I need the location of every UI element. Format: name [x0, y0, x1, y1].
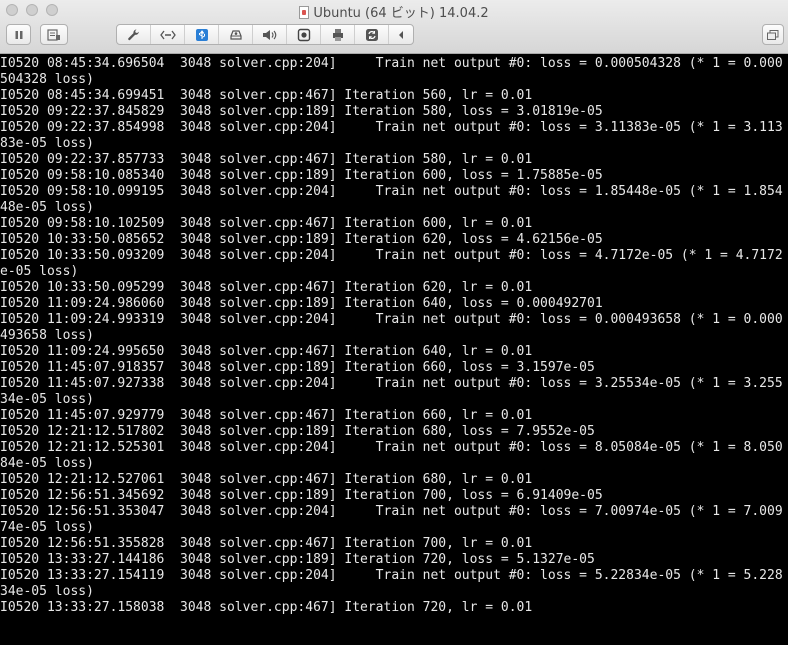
- printer-button[interactable]: [321, 25, 355, 44]
- sync-button[interactable]: [355, 25, 389, 44]
- network-icon: [159, 29, 176, 41]
- pause-icon: [14, 30, 24, 40]
- terminal-line: I0520 11:09:24.986060 3048 solver.cpp:18…: [0, 296, 603, 311]
- terminal-line: I0520 12:56:51.345692 3048 solver.cpp:18…: [0, 488, 603, 503]
- wrench-icon: [127, 28, 141, 42]
- chevron-left-icon: [397, 30, 405, 40]
- terminal-line: 84e-05 loss): [0, 456, 94, 471]
- terminal-line: I0520 13:33:27.154119 3048 solver.cpp:20…: [0, 568, 783, 583]
- vm-window: Ubuntu (64 ビット) 14.04.2 I0520 08:45:34.6…: [0, 0, 788, 645]
- speaker-icon: [262, 29, 278, 41]
- camera-button[interactable]: [287, 25, 321, 44]
- sound-button[interactable]: [253, 25, 287, 44]
- terminal-line: 48e-05 loss): [0, 200, 94, 215]
- document-icon: [299, 6, 310, 19]
- terminal-line: I0520 13:33:27.144186 3048 solver.cpp:18…: [0, 552, 595, 567]
- terminal-line: I0520 10:33:50.095299 3048 solver.cpp:46…: [0, 280, 533, 295]
- terminal-line: 74e-05 loss): [0, 520, 94, 535]
- terminal-line: I0520 12:21:12.527061 3048 solver.cpp:46…: [0, 472, 533, 487]
- terminal-line: 83e-05 loss): [0, 136, 94, 151]
- sync-icon: [365, 28, 379, 42]
- disk-button[interactable]: [219, 25, 253, 44]
- terminal-line: I0520 10:33:50.085652 3048 solver.cpp:18…: [0, 232, 603, 247]
- camera-icon: [297, 28, 311, 42]
- printer-icon: [331, 28, 345, 42]
- device-toolbar: [116, 24, 414, 45]
- terminal-line: 34e-05 loss): [0, 392, 94, 407]
- terminal-line: I0520 08:45:34.696504 3048 solver.cpp:20…: [0, 56, 783, 71]
- terminal-line: 34e-05 loss): [0, 584, 94, 599]
- pause-button[interactable]: [6, 24, 31, 45]
- disk-icon: [229, 29, 243, 41]
- terminal-line: I0520 09:58:10.099195 3048 solver.cpp:20…: [0, 184, 783, 199]
- window-title-text: Ubuntu (64 ビット) 14.04.2: [313, 6, 489, 21]
- terminal-line: I0520 10:33:50.093209 3048 solver.cpp:20…: [0, 248, 783, 263]
- terminal-line: I0520 11:09:24.993319 3048 solver.cpp:20…: [0, 312, 783, 327]
- terminal-output[interactable]: I0520 08:45:34.696504 3048 solver.cpp:20…: [0, 54, 788, 645]
- terminal-line: I0520 09:58:10.102509 3048 solver.cpp:46…: [0, 216, 533, 231]
- snapshot-button[interactable]: [40, 24, 68, 45]
- collapse-toolbar-button[interactable]: [389, 25, 413, 44]
- terminal-line: I0520 09:22:37.854998 3048 solver.cpp:20…: [0, 120, 783, 135]
- usb-button[interactable]: [185, 25, 219, 44]
- usb-icon: [195, 28, 209, 42]
- terminal-line: I0520 11:45:07.918357 3048 solver.cpp:18…: [0, 360, 595, 375]
- terminal-line: I0520 12:56:51.353047 3048 solver.cpp:20…: [0, 504, 783, 519]
- terminal-line: I0520 12:21:12.525301 3048 solver.cpp:20…: [0, 440, 783, 455]
- terminal-line: 504328 loss): [0, 72, 94, 87]
- window-icon: [767, 29, 779, 40]
- window-mode-button[interactable]: [762, 24, 784, 45]
- terminal-line: I0520 13:33:27.158038 3048 solver.cpp:46…: [0, 600, 533, 615]
- terminal-line: I0520 09:22:37.845829 3048 solver.cpp:18…: [0, 104, 603, 119]
- settings-button[interactable]: [117, 25, 151, 44]
- terminal-line: I0520 12:21:12.517802 3048 solver.cpp:18…: [0, 424, 595, 439]
- terminal-line: e-05 loss): [0, 264, 79, 279]
- title-bar[interactable]: Ubuntu (64 ビット) 14.04.2: [0, 0, 788, 54]
- terminal-line: 493658 loss): [0, 328, 94, 343]
- terminal-line: I0520 09:22:37.857733 3048 solver.cpp:46…: [0, 152, 533, 167]
- terminal-line: I0520 12:56:51.355828 3048 solver.cpp:46…: [0, 536, 533, 551]
- terminal-line: I0520 11:45:07.927338 3048 solver.cpp:20…: [0, 376, 783, 391]
- terminal-line: I0520 08:45:34.699451 3048 solver.cpp:46…: [0, 88, 533, 103]
- terminal-line: I0520 09:58:10.085340 3048 solver.cpp:18…: [0, 168, 603, 183]
- window-title: Ubuntu (64 ビット) 14.04.2: [0, 2, 788, 21]
- snapshot-icon: [47, 28, 61, 41]
- terminal-line: I0520 11:45:07.929779 3048 solver.cpp:46…: [0, 408, 533, 423]
- network-button[interactable]: [151, 25, 185, 44]
- terminal-line: I0520 11:09:24.995650 3048 solver.cpp:46…: [0, 344, 533, 359]
